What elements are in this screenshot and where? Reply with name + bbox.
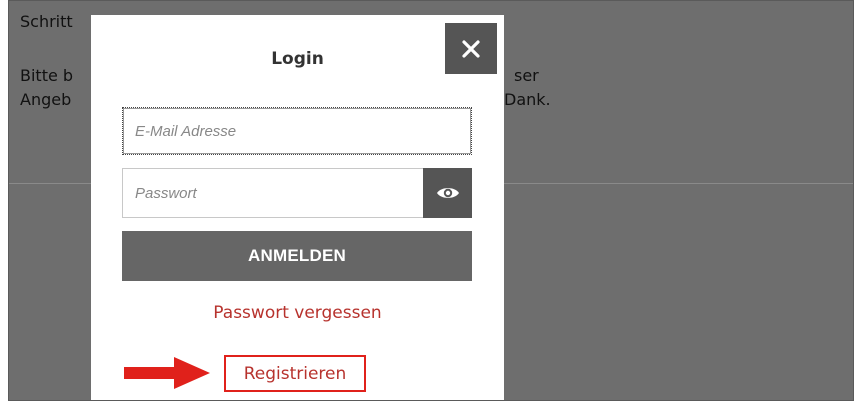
login-modal: Login ANMELDEN Passwort vergessen Regist… <box>91 15 504 401</box>
background-text-line3-left: Angeb <box>20 90 72 109</box>
modal-title: Login <box>271 49 324 69</box>
background-text-line2-left: Bitte b <box>20 66 74 85</box>
close-icon <box>462 39 480 58</box>
password-field-group <box>122 168 472 218</box>
background-text-line3-right: Dank. <box>504 90 551 109</box>
show-password-button[interactable] <box>423 168 472 218</box>
password-input[interactable] <box>122 168 424 218</box>
forgot-password-link[interactable]: Passwort vergessen <box>91 303 504 323</box>
email-input[interactable] <box>122 107 472 155</box>
close-button[interactable] <box>445 23 497 74</box>
eye-icon <box>436 188 459 198</box>
register-link[interactable]: Registrieren <box>224 355 366 392</box>
page-overlay: Schritt Bitte b Angeb ser Dank. Login AN… <box>8 0 854 401</box>
background-text-line2-right: ser <box>514 66 539 85</box>
arrow-right-icon <box>124 357 210 389</box>
background-text-line1: Schritt <box>20 12 73 31</box>
login-button[interactable]: ANMELDEN <box>122 231 472 281</box>
